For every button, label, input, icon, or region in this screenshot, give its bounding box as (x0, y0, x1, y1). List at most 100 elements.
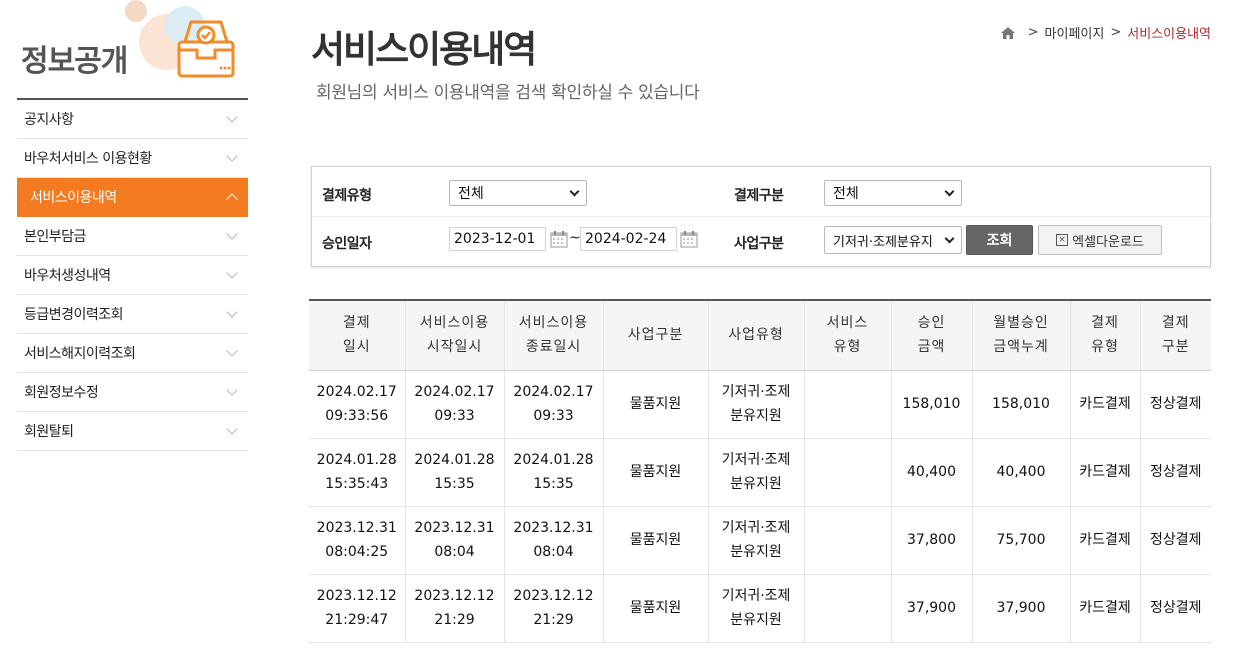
business-type-cell: 기저귀·조제 분유지원 (707, 574, 804, 643)
end-datetime-cell: 2023.12.12 21:29 (503, 574, 603, 643)
excel-download-label: 엑셀다운로드 (1072, 234, 1144, 250)
chevron-down-icon (226, 110, 238, 123)
pay-type-cell: 카드결제 (1069, 506, 1140, 575)
chevron-down-icon (226, 149, 238, 162)
amount-cell: 158,010 (890, 370, 972, 439)
search-button[interactable]: 조회 (966, 225, 1033, 255)
column-header: 월별승인 금액누계 (971, 300, 1070, 371)
chevron-right-icon: > (1110, 25, 1122, 40)
sidebar-item-service-history[interactable]: 서비스이용내역 (17, 178, 248, 217)
calendar-icon[interactable] (550, 230, 568, 248)
table-header: 결제 일시 서비스이용 시작일시 서비스이용 종료일시 사업구분 사업유형 서비스 유형… (309, 300, 1211, 371)
end-datetime-cell: 2024.01.28 15:35 (503, 438, 603, 507)
sidebar-title: 정보공개 (21, 44, 128, 79)
sidebar-item-copayment[interactable]: 본인부담금 (17, 217, 248, 256)
business-class-cell: 물품지원 (602, 370, 708, 439)
excel-icon: × (1056, 234, 1069, 246)
monthly-total-cell: 158,010 (971, 370, 1070, 439)
payment-type-select[interactable]: 전체 (449, 180, 587, 206)
chevron-up-icon (226, 193, 238, 205)
payment-class-label: 결제구분 (734, 188, 784, 204)
sidebar-item-label: 서비스이용내역 (30, 190, 117, 206)
service-history-table: 결제 일시 서비스이용 시작일시 서비스이용 종료일시 사업구분 사업유형 서비스 유형… (309, 299, 1211, 643)
breadcrumb-mypage[interactable]: 마이페이지 (1045, 23, 1105, 42)
date-to-input[interactable]: 2024-02-24 (580, 227, 677, 251)
sidebar-item-voucher-usage[interactable]: 바우처서비스 이용현황 (17, 139, 248, 178)
pay-class-cell: 정상결제 (1139, 506, 1211, 575)
page-title: 서비스이용내역 (311, 28, 537, 71)
pay-datetime-cell: 2024.01.28 15:35:43 (309, 438, 405, 507)
start-datetime-cell: 2024.01.28 15:35 (404, 438, 504, 507)
pay-type-cell: 카드결제 (1069, 438, 1140, 507)
table-row: 2024.02.17 09:33:56 2024.02.17 09:33 2024.… (309, 370, 1211, 439)
payment-type-value: 전체 (458, 186, 484, 202)
column-header: 사업유형 (707, 300, 804, 371)
business-class-cell: 물품지원 (602, 506, 708, 575)
end-datetime-cell: 2024.02.17 09:33 (503, 370, 603, 439)
amount-cell: 37,800 (890, 506, 972, 575)
sidebar-header: 정보공개 (17, 0, 248, 98)
sidebar-item-label: 본인부담금 (24, 229, 86, 245)
table-row: 2023.12.12 21:29:47 2023.12.12 21:29 2023.… (309, 574, 1211, 643)
chevron-down-icon (569, 186, 580, 196)
chevron-right-icon: > (1027, 25, 1039, 40)
approval-date-label: 승인일자 (322, 236, 372, 252)
service-type-cell (803, 370, 891, 439)
column-header: 결제 유형 (1069, 300, 1140, 371)
sidebar-item-label: 바우처생성내역 (24, 268, 111, 284)
sidebar-item-edit-profile[interactable]: 회원정보수정 (17, 373, 248, 412)
monthly-total-cell: 37,900 (971, 574, 1070, 643)
chevron-down-icon (226, 344, 238, 357)
sidebar-item-label: 등급변경이력조회 (24, 307, 124, 323)
payment-type-label: 결제유형 (322, 188, 372, 204)
date-range-separator: ~ (569, 230, 581, 246)
column-header: 서비스이용 종료일시 (503, 300, 603, 371)
column-header: 서비스 유형 (803, 300, 891, 371)
home-icon[interactable] (1000, 26, 1016, 40)
sidebar-item-label: 회원정보수정 (24, 385, 99, 401)
business-type-cell: 기저귀·조제 분유지원 (707, 370, 804, 439)
business-class-cell: 물품지원 (602, 574, 708, 643)
business-type-cell: 기저귀·조제 분유지원 (707, 438, 804, 507)
sidebar-item-grade-change[interactable]: 등급변경이력조회 (17, 295, 248, 334)
table-row: 2024.01.28 15:35:43 2024.01.28 15:35 2024.… (309, 438, 1211, 507)
start-datetime-cell: 2024.02.17 09:33 (404, 370, 504, 439)
sidebar-menu: 공지사항 바우처서비스 이용현황 서비스이용내역 본인부담금 바우처생성내역 등… (17, 100, 248, 451)
payment-class-value: 전체 (833, 186, 859, 202)
amount-cell: 37,900 (890, 574, 972, 643)
chevron-down-icon (944, 186, 955, 196)
sidebar-item-voucher-creation[interactable]: 바우처생성내역 (17, 256, 248, 295)
column-header: 승인 금액 (890, 300, 972, 371)
breadcrumb: > 마이페이지 > 서비스이용내역 (1000, 23, 1211, 42)
sidebar-item-notice[interactable]: 공지사항 (17, 100, 248, 139)
end-datetime-cell: 2023.12.31 08:04 (503, 506, 603, 575)
chevron-down-icon (226, 422, 238, 435)
service-type-cell (803, 506, 891, 575)
sidebar-item-termination-history[interactable]: 서비스해지이력조회 (17, 334, 248, 373)
pay-class-cell: 정상결제 (1139, 574, 1211, 643)
chevron-down-icon (226, 227, 238, 240)
sidebar-item-withdraw[interactable]: 회원탈퇴 (17, 412, 248, 451)
date-from-input[interactable]: 2023-12-01 (449, 227, 546, 251)
table-body: 2024.02.17 09:33:56 2024.02.17 09:33 2024.… (309, 370, 1211, 643)
table-row: 2023.12.31 08:04:25 2023.12.31 08:04 2023.… (309, 506, 1211, 575)
pay-datetime-cell: 2024.02.17 09:33:56 (309, 370, 405, 439)
column-header: 결제 일시 (309, 300, 405, 371)
start-datetime-cell: 2023.12.31 08:04 (404, 506, 504, 575)
sidebar: 정보공개 공지사항 바우처서비스 이용현황 서비스이용내역 본인부담금 바우처생… (17, 0, 248, 451)
business-class-select[interactable]: 기저귀·조제분유지 (824, 226, 962, 254)
decoration-circle (125, 0, 147, 22)
pay-class-cell: 정상결제 (1139, 370, 1211, 439)
payment-class-select[interactable]: 전체 (824, 180, 962, 206)
service-type-cell (803, 438, 891, 507)
chevron-down-icon (226, 383, 238, 396)
calendar-icon[interactable] (680, 230, 698, 248)
pay-type-cell: 카드결제 (1069, 370, 1140, 439)
search-row: 승인일자 2023-12-01 ~ 2024-02-24 사업구분 기저귀·조제… (312, 217, 1210, 267)
column-header: 결제 구분 (1139, 300, 1211, 371)
sidebar-item-label: 공지사항 (24, 112, 74, 128)
excel-download-button[interactable]: × 엑셀다운로드 (1038, 225, 1162, 255)
sidebar-item-label: 회원탈퇴 (24, 424, 74, 440)
breadcrumb-current[interactable]: 서비스이용내역 (1127, 23, 1211, 42)
monthly-total-cell: 75,700 (971, 506, 1070, 575)
